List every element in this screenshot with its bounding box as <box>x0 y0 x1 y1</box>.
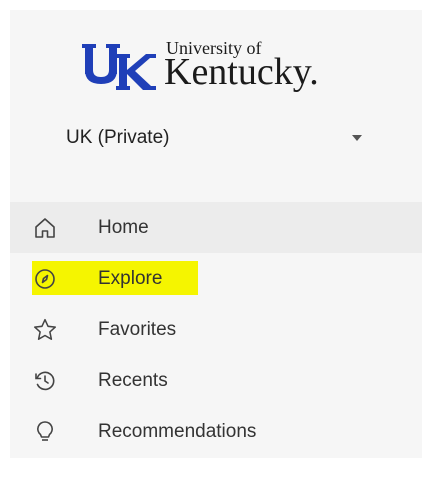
lightbulb-icon <box>32 419 58 445</box>
sidebar-item-recommendations[interactable]: Recommendations <box>10 406 422 457</box>
compass-icon <box>32 266 58 292</box>
sidebar-item-home[interactable]: Home <box>10 202 422 253</box>
caret-down-icon <box>352 135 362 141</box>
clock-icon <box>32 368 58 394</box>
star-icon <box>32 317 58 343</box>
home-icon <box>32 215 58 241</box>
uk-logo-mark-icon <box>82 44 156 90</box>
sidebar-item-label: Recents <box>98 369 168 391</box>
sidebar-panel: University of Kentucky. UK (Private) Hom… <box>10 10 422 458</box>
logo-text-line2: Kentucky. <box>164 51 319 93</box>
sidebar-item-label: Favorites <box>98 318 177 340</box>
sidebar-item-label: Home <box>98 216 149 238</box>
sidebar-item-label: Explore <box>98 267 163 289</box>
sidebar-item-recents[interactable]: Recents <box>10 355 422 406</box>
site-selector-label: UK (Private) <box>66 127 170 148</box>
sidebar-item-explore[interactable]: Explore <box>10 253 422 304</box>
university-logo[interactable]: University of Kentucky. <box>80 36 380 98</box>
site-selector-dropdown[interactable]: UK (Private) <box>66 118 376 158</box>
sidebar-item-favorites[interactable]: Favorites <box>10 304 422 355</box>
sidebar-item-label: Recommendations <box>98 420 257 442</box>
sidebar-nav: Home Explore Favorites Recents Recommend… <box>10 202 422 457</box>
